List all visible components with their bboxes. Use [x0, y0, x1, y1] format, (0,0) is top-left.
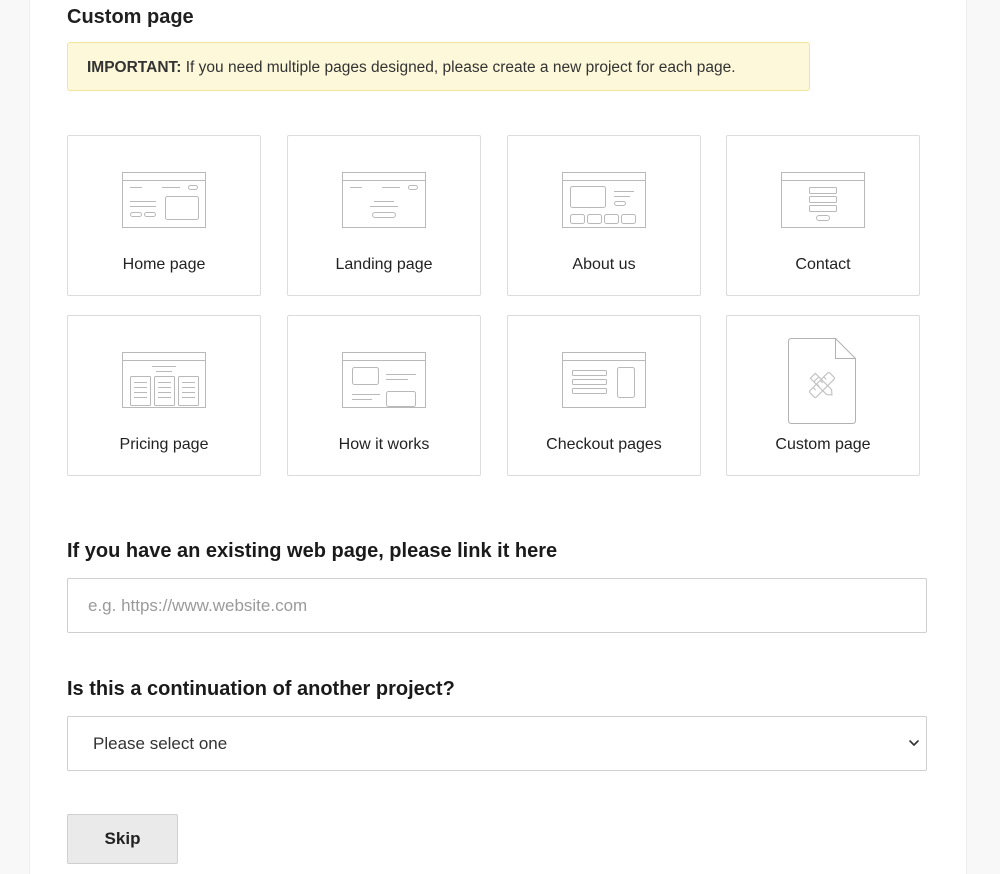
custom-page-document-icon	[788, 338, 856, 424]
continuation-select[interactable]: Please select one	[67, 716, 927, 771]
page-type-label: Checkout pages	[546, 436, 662, 453]
page-type-label: Custom page	[775, 436, 871, 453]
page-type-label: About us	[572, 256, 636, 273]
important-notice: IMPORTANT: If you need multiple pages de…	[67, 42, 810, 91]
about-us-wireframe-icon	[562, 172, 646, 228]
page-type-card-how-it-works[interactable]: How it works	[287, 315, 481, 476]
page-type-label: Home page	[122, 256, 206, 273]
landing-page-wireframe-icon	[342, 172, 426, 228]
page-type-card-custom-page[interactable]: Custom page	[726, 315, 920, 476]
page-type-card-home-page[interactable]: Home page	[67, 135, 261, 296]
page-title: Custom page	[67, 6, 194, 28]
pricing-page-wireframe-icon	[122, 352, 206, 408]
continuation-select-value: Please select one	[93, 734, 228, 753]
page-type-card-contact[interactable]: Contact	[726, 135, 920, 296]
chevron-down-icon	[909, 740, 919, 746]
page-type-label: Contact	[795, 256, 851, 273]
notice-strong: IMPORTANT:	[87, 59, 182, 76]
page-type-card-checkout-pages[interactable]: Checkout pages	[507, 315, 701, 476]
page-type-label: How it works	[338, 436, 430, 453]
existing-page-heading: If you have an existing web page, please…	[67, 540, 558, 562]
existing-page-url-input[interactable]	[67, 578, 927, 633]
page-type-label: Pricing page	[119, 436, 209, 453]
page-type-card-landing-page[interactable]: Landing page	[287, 135, 481, 296]
page-type-card-about-us[interactable]: About us	[507, 135, 701, 296]
notice-text: If you need multiple pages designed, ple…	[185, 59, 736, 76]
contact-wireframe-icon	[781, 172, 865, 228]
skip-button[interactable]: Skip	[67, 814, 178, 864]
page-type-card-pricing-page[interactable]: Pricing page	[67, 315, 261, 476]
home-page-wireframe-icon	[122, 172, 206, 228]
continuation-heading: Is this a continuation of another projec…	[67, 678, 455, 700]
how-it-works-wireframe-icon	[342, 352, 426, 408]
page-type-label: Landing page	[335, 256, 433, 273]
checkout-wireframe-icon	[562, 352, 646, 408]
